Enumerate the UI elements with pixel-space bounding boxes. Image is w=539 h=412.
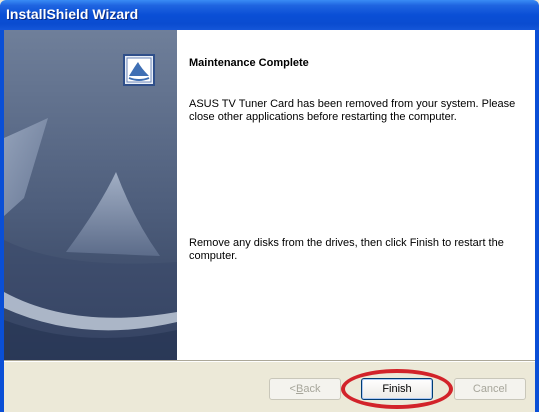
sailboat-artwork-panel	[4, 30, 177, 360]
page-heading: Maintenance Complete	[189, 57, 309, 69]
finish-button[interactable]: Finish	[361, 378, 433, 400]
cancel-button[interactable]: Cancel	[454, 378, 526, 400]
restart-instructions: Remove any disks from the drives, then c…	[189, 237, 504, 262]
title-bar[interactable]: InstallShield Wizard	[0, 0, 539, 30]
setup-wizard-icon	[123, 54, 155, 86]
window-frame-right	[535, 30, 539, 412]
wizard-content-panel: Maintenance Complete ASUS TV Tuner Card …	[177, 30, 535, 360]
installshield-wizard-window: InstallShield Wizard Maintenance Complet…	[0, 0, 539, 412]
back-button[interactable]: < Back	[269, 378, 341, 400]
wizard-client-area: Maintenance Complete ASUS TV Tuner Card …	[4, 30, 535, 412]
window-title: InstallShield Wizard	[6, 6, 139, 22]
button-separator	[4, 360, 535, 362]
removal-message: ASUS TV Tuner Card has been removed from…	[189, 98, 516, 123]
